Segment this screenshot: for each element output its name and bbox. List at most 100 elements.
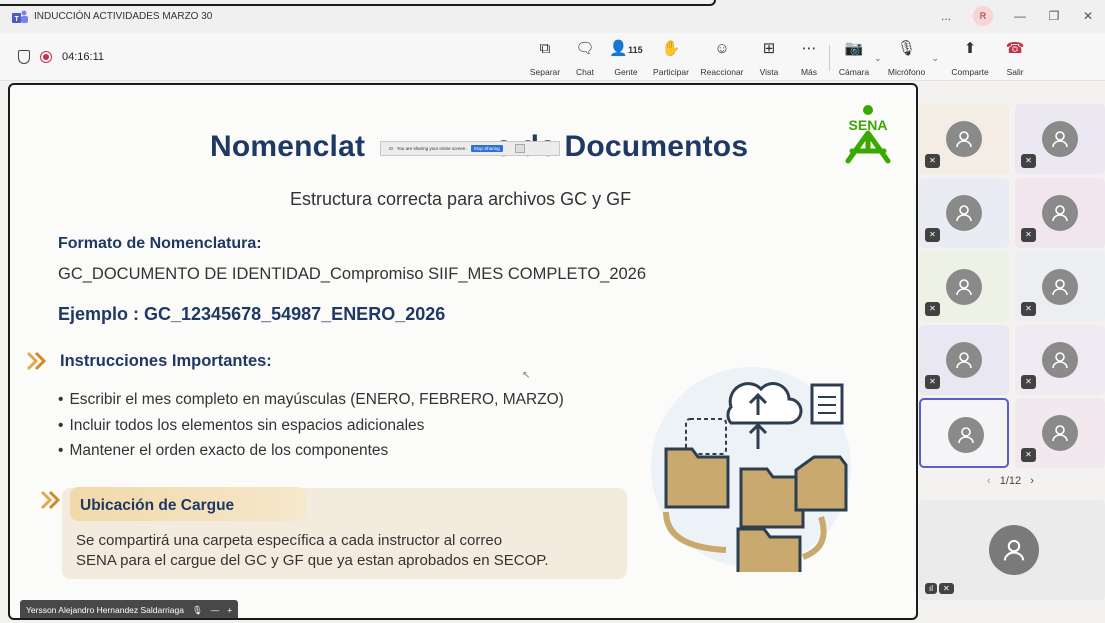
chat-button[interactable]: 🗨 Chat <box>565 39 605 78</box>
close-icon[interactable]: ✕ <box>1071 9 1105 23</box>
svg-text:T: T <box>15 16 20 23</box>
chevrons-icon <box>40 490 61 510</box>
participant-tile[interactable]: ✕ <box>1015 178 1105 248</box>
sharing-banner: ⊡ You are sharing your entire screen. St… <box>380 141 560 156</box>
self-view-tile[interactable]: ıl ✕ <box>919 500 1105 600</box>
person-icon <box>956 279 972 296</box>
mouse-cursor-icon: ↖ <box>522 370 531 381</box>
zoom-in-button[interactable]: + <box>227 605 232 615</box>
participant-tile[interactable]: ✕ <box>1015 325 1105 395</box>
participant-tile[interactable]: ✕ <box>1015 398 1105 468</box>
avatar <box>1042 121 1078 157</box>
mic-off-icon: ✕ <box>925 375 940 389</box>
person-icon <box>956 205 972 222</box>
presenter-name: Yersson Alejandro Hernandez Saldarriaga <box>26 605 184 615</box>
camera-options-chevron-icon[interactable]: ⌄ <box>874 53 882 77</box>
avatar <box>946 269 982 305</box>
mic-off-icon: ✕ <box>1021 228 1036 242</box>
more-options-icon[interactable]: ... <box>929 9 963 23</box>
participant-tile[interactable]: ✕ <box>1015 104 1105 174</box>
format-example: Ejemplo : GC_12345678_54987_ENERO_2026 <box>58 304 446 324</box>
people-button[interactable]: 👤115 Gente <box>605 39 647 78</box>
participant-tile-active[interactable] <box>919 398 1009 468</box>
page-indicator: 1/12 <box>999 475 1022 487</box>
toolbar-divider <box>829 45 830 71</box>
reaccionar-button[interactable]: ☺ Reaccionar <box>695 39 749 78</box>
mic-options-chevron-icon[interactable]: ⌄ <box>932 53 940 77</box>
folders-cloud-illustration <box>651 367 851 572</box>
minimize-icon[interactable]: — <box>1003 9 1037 23</box>
slide-subtitle: Estructura correcta para archivos GC y G… <box>290 189 632 209</box>
screen-share-icon: ⊡ <box>389 145 393 151</box>
person-icon <box>1052 352 1068 369</box>
participant-tile[interactable]: ✕ <box>919 252 1009 322</box>
mic-off-icon: ✕ <box>939 583 954 594</box>
participant-tile[interactable]: ✕ <box>919 325 1009 395</box>
gallery-pager: ‹ 1/12 › <box>987 475 1034 487</box>
meeting-toolbar: 04:16:11 ⧉ Separar 🗨 Chat 👤115 Gente ✋ P… <box>0 33 1105 81</box>
stop-sharing-button[interactable]: Stop Sharing <box>470 145 503 152</box>
sena-logo: SENA <box>845 105 891 164</box>
format-heading: Formato de Nomenclatura: <box>58 235 262 252</box>
cargue-heading: Ubicación de Cargue <box>80 497 235 514</box>
grid-view-icon: ⊞ <box>762 40 776 57</box>
popout-icon: ⧉ <box>539 40 551 57</box>
signal-icon: ıl <box>925 583 937 594</box>
restore-icon[interactable]: ❐ <box>1037 9 1071 23</box>
vista-button[interactable]: ⊞ Vista <box>749 39 789 78</box>
participant-tile[interactable]: ✕ <box>919 178 1009 248</box>
mic-off-icon: 🎙 <box>192 604 203 615</box>
avatar <box>1042 269 1078 305</box>
participant-tile[interactable]: ✕ <box>1015 252 1105 322</box>
zoom-out-button[interactable]: — <box>211 605 220 615</box>
mic-off-icon: ✕ <box>925 228 940 242</box>
mic-off-icon: ✕ <box>925 302 940 316</box>
avatar <box>946 342 982 378</box>
participant-tile[interactable]: ✕ <box>919 104 1009 174</box>
teams-icon: T <box>12 10 28 23</box>
meeting-timer: 04:16:11 <box>62 51 105 63</box>
window-titlebar: T INDUCCIÓN ACTIVIDADES MARZO 30 ... R —… <box>0 0 1105 33</box>
shield-icon <box>18 50 30 64</box>
shared-screen-stage: Nomenclat e de Documentos ⊡ You are shari… <box>8 83 918 620</box>
person-icon <box>958 427 974 444</box>
person-icon <box>1003 539 1025 561</box>
instructions-list: Escribir el mes completo en mayúsculas (… <box>58 387 564 464</box>
window-title: INDUCCIÓN ACTIVIDADES MARZO 30 <box>34 11 213 22</box>
list-item: Escribir el mes completo en mayúsculas (… <box>58 387 563 413</box>
share-button[interactable]: ⬆ Comparte <box>945 39 995 78</box>
user-avatar[interactable]: R <box>973 6 993 26</box>
presenter-label: Yersson Alejandro Hernandez Saldarriaga … <box>20 600 239 618</box>
window-top-border <box>0 0 716 6</box>
avatar <box>1042 342 1078 378</box>
avatar <box>946 195 982 231</box>
avatar <box>948 417 984 453</box>
next-page-icon[interactable]: › <box>1030 475 1034 487</box>
participar-button[interactable]: ✋ Participar <box>647 39 695 78</box>
raise-hand-icon: ✋ <box>661 40 681 57</box>
person-icon <box>956 352 972 369</box>
mic-off-icon: ✕ <box>925 154 940 168</box>
camera-button[interactable]: 📷 Cámara <box>834 39 874 78</box>
microphone-button[interactable]: 🎙 Micrófono <box>882 39 932 78</box>
leave-button[interactable]: ☎ Salir <box>995 39 1035 78</box>
window-controls: ... R — ❐ ✕ <box>929 6 1105 26</box>
mic-off-icon: ✕ <box>1021 448 1036 462</box>
recording-icon <box>40 51 52 63</box>
banner-minimize-button[interactable] <box>514 144 525 153</box>
more-icon: ⋯ <box>801 40 817 57</box>
list-item: Incluir todos los elementos sin espacios… <box>58 413 564 439</box>
prev-page-icon[interactable]: ‹ <box>987 475 991 487</box>
share-icon: ⬆ <box>963 40 977 57</box>
recording-status: 04:16:11 <box>18 50 104 64</box>
smiley-icon: ☺ <box>714 40 730 57</box>
separar-button[interactable]: ⧉ Separar <box>525 39 565 78</box>
avatar <box>946 121 982 157</box>
person-icon <box>1052 131 1068 148</box>
mic-off-icon: ✕ <box>1021 154 1036 168</box>
mic-off-icon: ✕ <box>1021 302 1036 316</box>
mic-off-icon: ✕ <box>1021 375 1036 389</box>
self-status: ıl ✕ <box>925 583 954 594</box>
people-icon: 👤115 <box>609 40 643 57</box>
mas-button[interactable]: ⋯ Más <box>789 39 829 78</box>
